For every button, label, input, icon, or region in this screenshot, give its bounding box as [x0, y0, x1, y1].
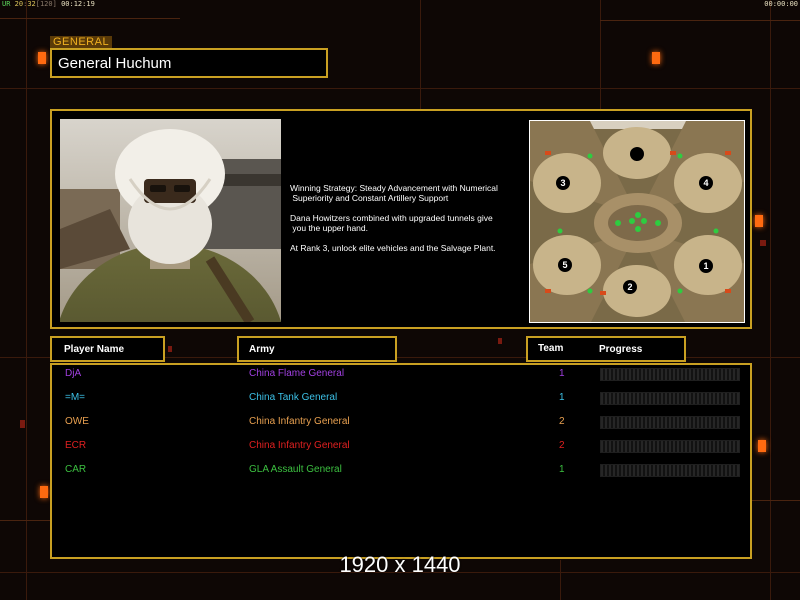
hud-value: 120	[39, 0, 53, 8]
hud-label: UR	[2, 0, 11, 8]
hud-value: 20	[14, 0, 24, 8]
portrait-image	[60, 119, 281, 322]
progress-header-label: Progress	[599, 344, 643, 355]
general-tag: GENERAL	[50, 36, 113, 48]
player-army: China Tank General	[249, 392, 338, 403]
bg-marker	[652, 52, 660, 64]
loading-progress-bar	[600, 392, 740, 405]
player-team: 2	[559, 440, 565, 451]
player-army: China Infantry General	[249, 440, 350, 451]
player-row: ECR China Infantry General 2	[52, 440, 750, 454]
bg-line	[420, 0, 421, 110]
bg-line	[0, 520, 50, 521]
bg-line	[26, 0, 27, 600]
bg-line	[600, 0, 601, 110]
player-name-header-label: Player Name	[64, 344, 125, 355]
general-info-panel: Winning Strategy: Steady Advancement wit…	[50, 109, 752, 329]
bg-line	[600, 20, 800, 21]
general-name: General Huchum	[58, 55, 172, 72]
player-army: GLA Assault General	[249, 464, 342, 475]
start-position-3[interactable]: 3	[556, 176, 570, 190]
player-name: CAR	[65, 464, 87, 475]
player-row: =M= China Tank General 1	[52, 392, 750, 406]
bg-line	[770, 0, 771, 600]
player-team: 2	[559, 416, 565, 427]
player-name: ECR	[65, 440, 87, 451]
team-header-label: Team	[538, 343, 564, 354]
strategy-paragraph: Dana Howitzers combined with upgraded tu…	[290, 213, 493, 233]
strategy-paragraph: Winning Strategy: Steady Advancement wit…	[290, 183, 498, 203]
players-panel: DjA China Flame General 1 =M= China Tank Gen…	[50, 363, 752, 559]
bg-line	[752, 500, 800, 501]
hud-value: 32	[27, 0, 36, 8]
bg-marker	[755, 215, 763, 227]
player-row: CAR GLA Assault General 1	[52, 464, 750, 478]
minimap-image	[530, 121, 744, 322]
player-name: =M=	[65, 392, 86, 403]
bg-marker	[498, 338, 502, 344]
hud-clock: 00:00:00	[764, 0, 798, 8]
resolution-label: 1920 x 1440	[339, 552, 461, 577]
player-team: 1	[559, 464, 565, 475]
bg-marker	[758, 440, 766, 452]
start-position-5[interactable]: 5	[558, 258, 572, 272]
player-team: 1	[559, 368, 565, 379]
hud-timer: 00:12:19	[61, 0, 95, 8]
loading-progress-bar	[600, 368, 740, 381]
player-team: 1	[559, 392, 565, 403]
start-position-1[interactable]: 1	[699, 259, 713, 273]
army-header: Army	[237, 336, 397, 362]
strategy-text: Winning Strategy: Steady Advancement wit…	[290, 183, 525, 263]
bg-marker	[760, 240, 766, 246]
player-army: China Infantry General	[249, 416, 350, 427]
loading-progress-bar	[600, 464, 740, 477]
loading-progress-bar	[600, 440, 740, 453]
bg-marker	[38, 52, 46, 64]
general-title-box: General Huchum	[50, 48, 328, 78]
bg-line	[0, 88, 800, 89]
strategy-paragraph: At Rank 3, unlock elite vehicles and the…	[290, 243, 496, 253]
loading-progress-bar	[600, 416, 740, 429]
bg-line	[0, 18, 180, 19]
player-name-header: Player Name	[50, 336, 165, 362]
player-row: DjA China Flame General 1	[52, 368, 750, 382]
bg-marker	[40, 486, 48, 498]
army-header-label: Army	[249, 344, 275, 355]
bg-marker	[20, 420, 25, 428]
hud-stats: UR 20:32[120] 00:12:19	[2, 0, 95, 8]
start-position-4[interactable]: 4	[699, 176, 713, 190]
general-portrait	[60, 119, 281, 322]
start-position-2[interactable]: 2	[623, 280, 637, 294]
player-army: China Flame General	[249, 368, 345, 379]
bg-marker	[168, 346, 172, 352]
player-name: DjA	[65, 368, 82, 379]
player-row: OWE China Infantry General 2	[52, 416, 750, 430]
map-preview[interactable]: 3 4 5 1 2	[529, 120, 745, 323]
team-progress-header: Team Progress	[526, 336, 686, 362]
player-name: OWE	[65, 416, 89, 427]
